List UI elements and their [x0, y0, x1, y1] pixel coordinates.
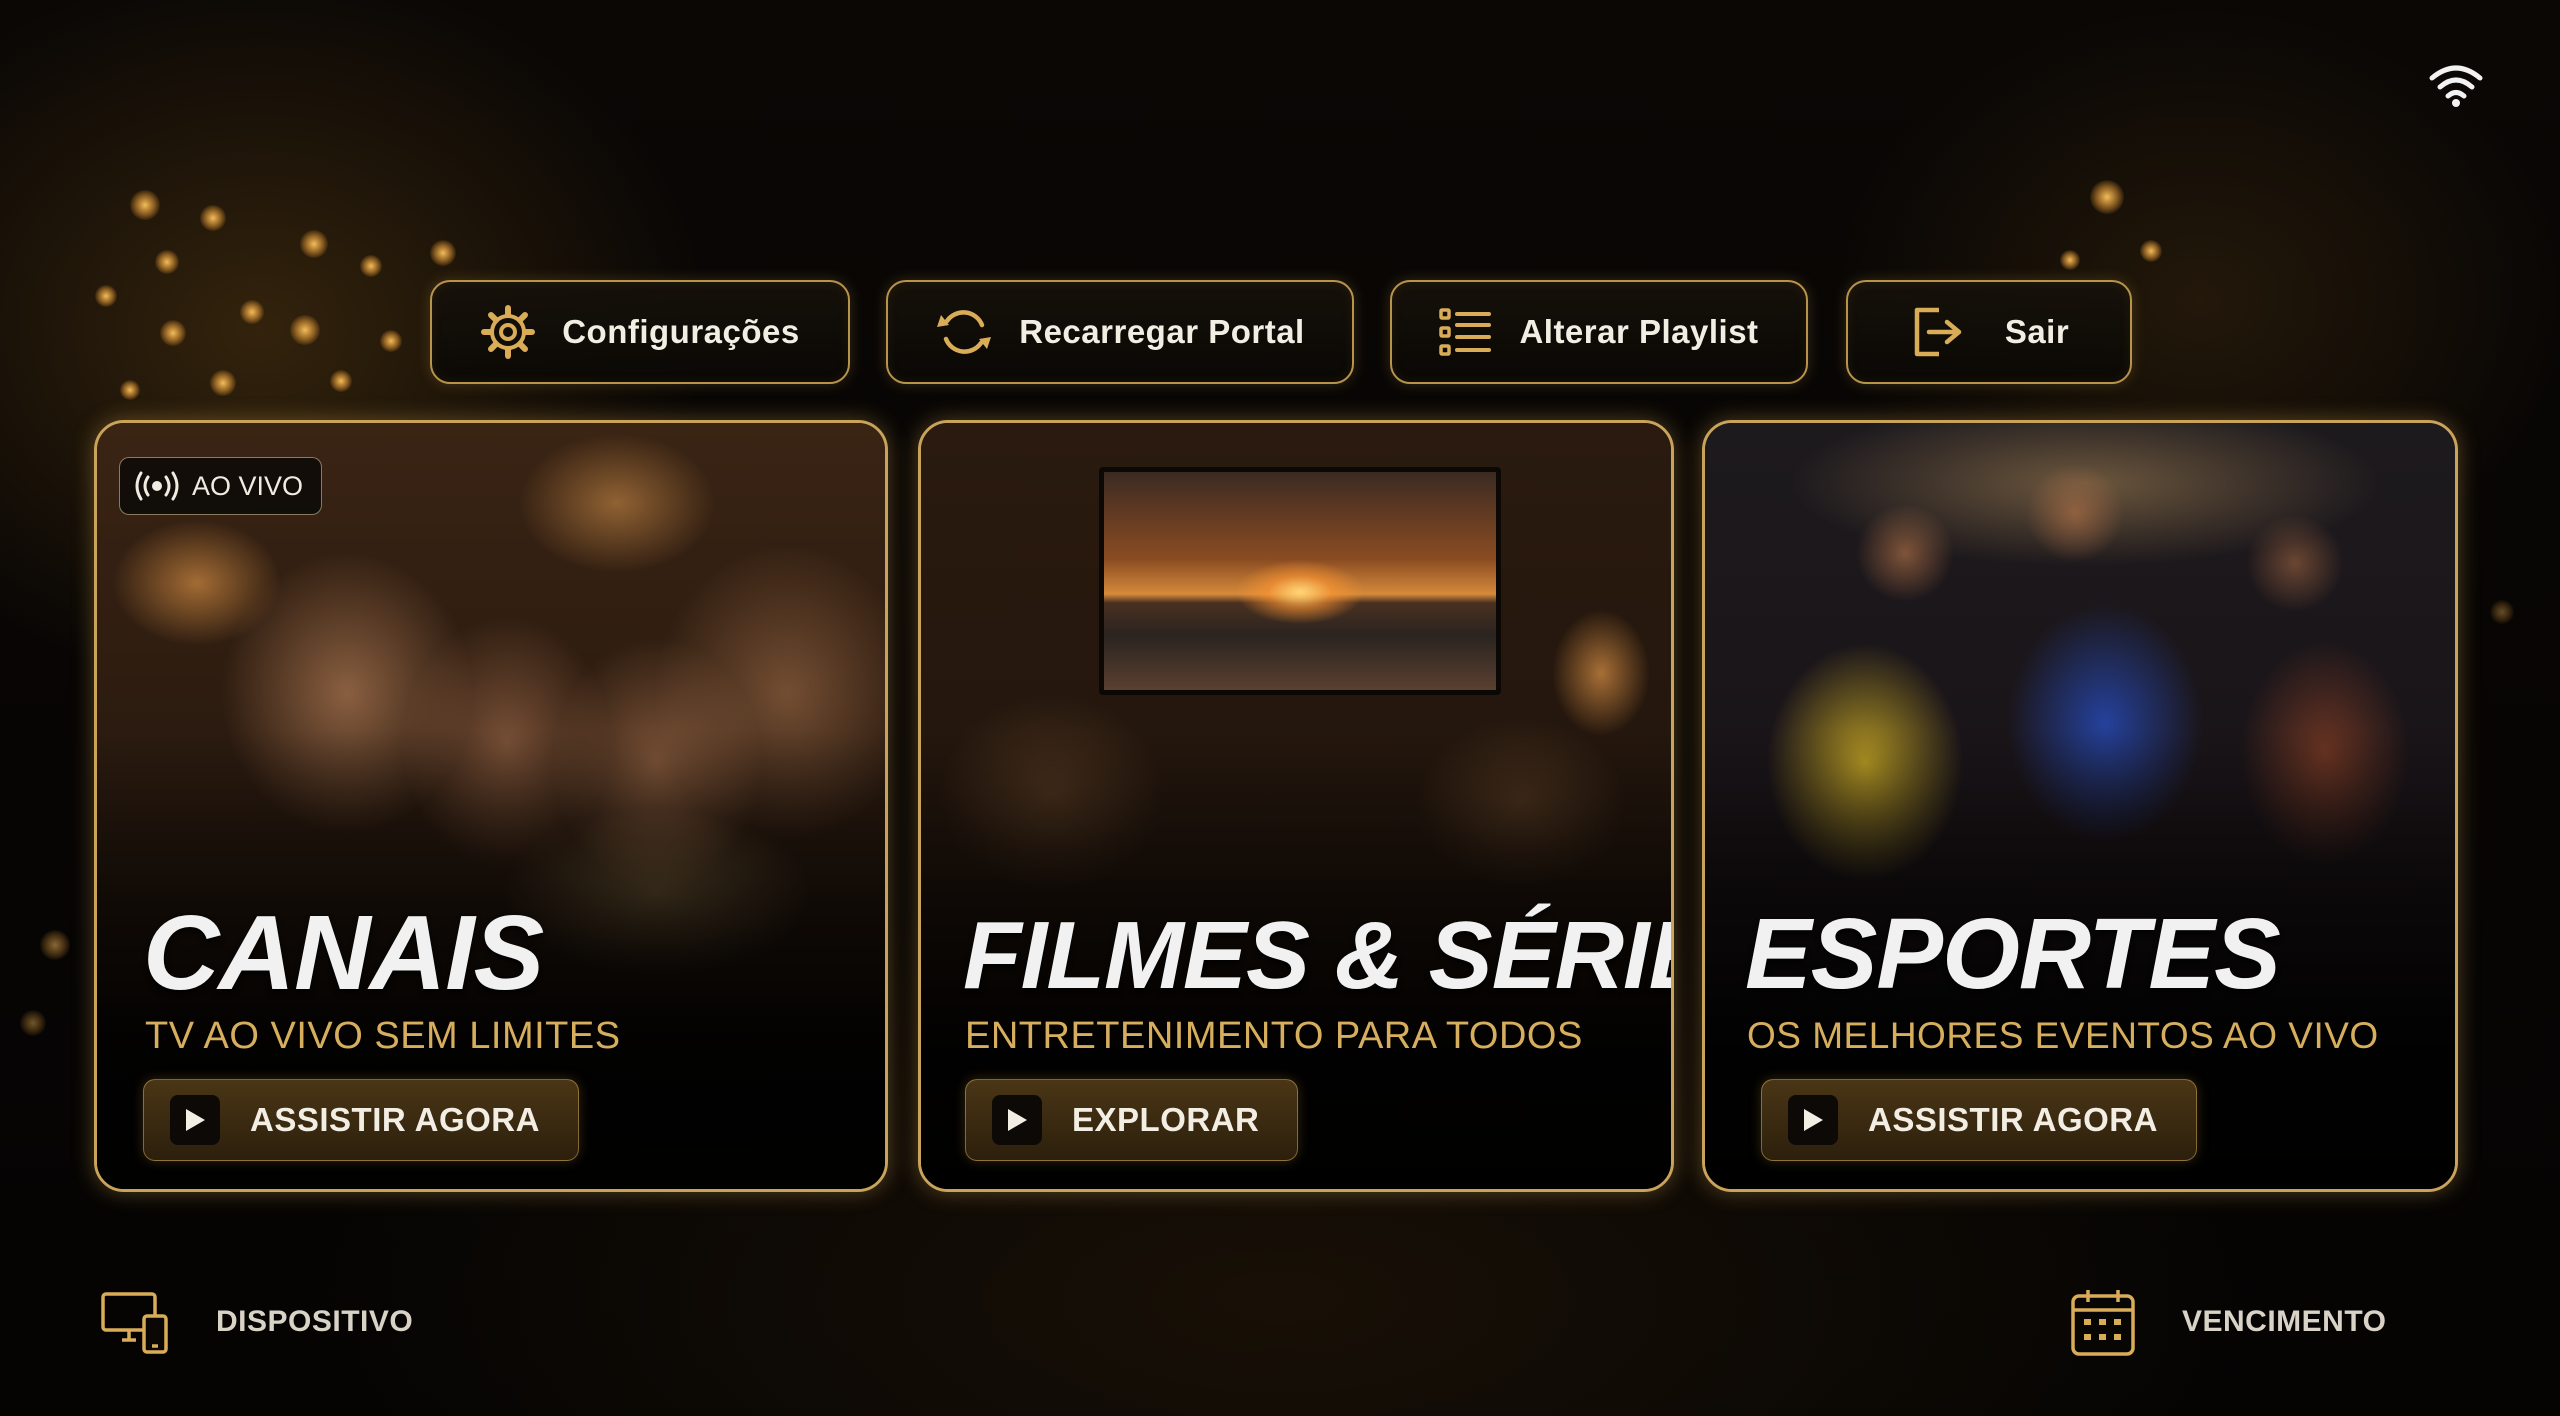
- play-icon: [1788, 1095, 1838, 1145]
- sports-subtitle: OS MELHORES EVENTOS AO VIVO: [1747, 1015, 2379, 1056]
- devices-icon: [101, 1292, 168, 1354]
- settings-button[interactable]: Configurações: [430, 280, 850, 384]
- live-badge: AO VIVO: [119, 457, 323, 515]
- change-playlist-label: Alterar Playlist: [1519, 313, 1759, 350]
- broadcast-icon: [135, 471, 179, 501]
- logout-icon: [1914, 307, 1962, 357]
- channels-watch-now-label: ASSISTIR AGORA: [250, 1101, 540, 1138]
- expiry-label: VENCIMENTO: [2182, 1305, 2387, 1338]
- device-label: DISPOSITIVO: [216, 1305, 414, 1338]
- refresh-icon: [937, 310, 992, 354]
- sports-watch-now-button[interactable]: ASSISTIR AGORA: [1761, 1079, 2197, 1161]
- movies-series-explore-button[interactable]: EXPLORAR: [965, 1079, 1299, 1161]
- calendar-icon: [2071, 1290, 2135, 1356]
- gear-icon: [481, 305, 536, 359]
- reload-portal-label: Recarregar Portal: [1019, 313, 1305, 350]
- play-icon: [992, 1095, 1042, 1145]
- movies-series-subtitle: ENTRETENIMENTO PARA TODOS: [965, 1015, 1583, 1057]
- exit-button[interactable]: Sair: [1846, 280, 2132, 384]
- movies-series-explore-label: EXPLORAR: [1072, 1101, 1260, 1138]
- device-info[interactable]: DISPOSITIVO: [100, 1284, 413, 1360]
- channels-subtitle: TV AO VIVO SEM LIMITES: [145, 1015, 621, 1057]
- live-badge-label: AO VIVO: [192, 470, 304, 501]
- expiry-info[interactable]: VENCIMENTO: [2068, 1284, 2386, 1360]
- card-movies-series[interactable]: FILMES & SÉRIES ENTRETENIMENTO PARA TODO…: [918, 420, 1674, 1192]
- sports-watch-now-label: ASSISTIR AGORA: [1868, 1101, 2158, 1138]
- exit-label: Sair: [2004, 313, 2070, 350]
- channels-title: CANAIS: [143, 894, 544, 1012]
- card-channels[interactable]: AO VIVO CANAIS TV AO VIVO SEM LIMITES AS…: [94, 420, 888, 1192]
- reload-portal-button[interactable]: Recarregar Portal: [886, 280, 1354, 384]
- playlist-icon: [1439, 308, 1492, 356]
- sports-title: ESPORTES: [1745, 898, 2281, 1010]
- card-sports[interactable]: ESPORTES OS MELHORES EVENTOS AO VIVO ASS…: [1702, 420, 2458, 1192]
- change-playlist-button[interactable]: Alterar Playlist: [1390, 280, 1808, 384]
- movies-series-title: FILMES & SÉRIES: [963, 902, 1671, 1009]
- channels-watch-now-button[interactable]: ASSISTIR AGORA: [143, 1079, 579, 1161]
- play-icon: [170, 1095, 220, 1145]
- wifi-icon: [2429, 65, 2483, 107]
- settings-label: Configurações: [562, 313, 800, 350]
